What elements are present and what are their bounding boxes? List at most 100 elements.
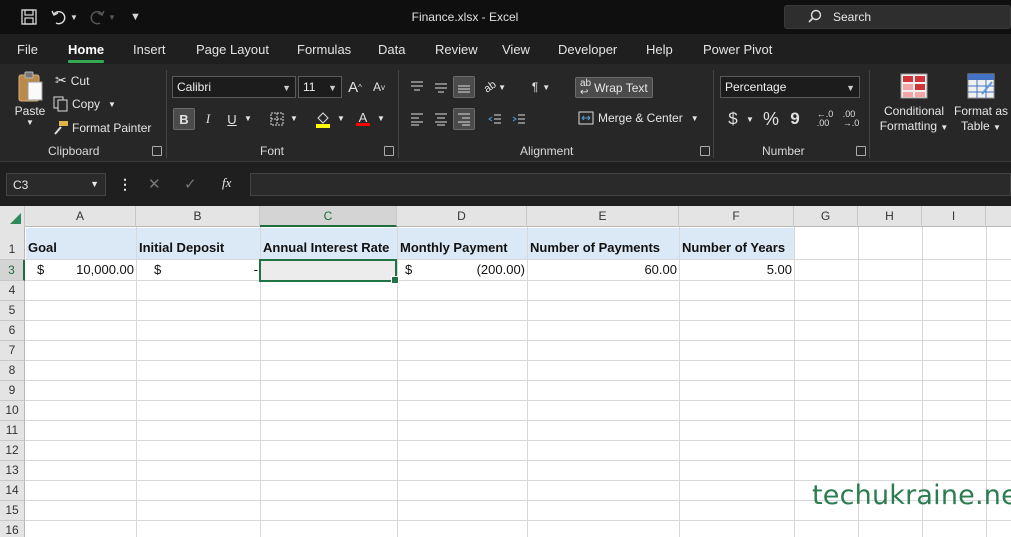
fill-dropdown-icon[interactable]: ▼ (337, 114, 345, 123)
wrap-text-button[interactable]: ab ↩ Wrap Text (575, 77, 653, 98)
copy-button[interactable]: Copy ▼ (53, 96, 116, 112)
cell-c1[interactable]: Annual Interest Rate (261, 228, 397, 259)
tab-developer[interactable]: Developer (558, 42, 617, 57)
currency-button[interactable]: $ (722, 108, 744, 130)
top-align-icon[interactable] (406, 76, 428, 98)
currency-dropdown-icon[interactable]: ▼ (746, 115, 754, 124)
row-header-3[interactable]: 3 (0, 260, 25, 281)
fill-color-icon[interactable] (312, 108, 334, 130)
row-header-13[interactable]: 13 (0, 461, 25, 481)
decrease-font-icon[interactable]: Av (368, 76, 390, 98)
cell-f3[interactable]: 5.00 (680, 260, 794, 280)
column-header-e[interactable]: E (527, 206, 679, 227)
tab-view[interactable]: View (502, 42, 530, 57)
tab-data[interactable]: Data (378, 42, 405, 57)
tab-page-layout[interactable]: Page Layout (196, 42, 269, 57)
tab-formulas[interactable]: Formulas (297, 42, 351, 57)
increase-font-icon[interactable]: A ^ (344, 76, 366, 98)
column-header-f[interactable]: F (679, 206, 794, 227)
search-box[interactable]: Search (784, 5, 1011, 29)
align-right-icon[interactable] (453, 108, 475, 130)
format-painter-label: Format Painter (72, 121, 152, 135)
percent-button[interactable]: % (760, 108, 782, 130)
format-painter-button[interactable]: Format Painter (53, 120, 151, 136)
font-color-icon[interactable]: A (352, 108, 374, 130)
row-header-4[interactable]: 4 (0, 281, 25, 301)
row-header-7[interactable]: 7 (0, 341, 25, 361)
cell-a3[interactable]: $ 10,000.00 (26, 260, 136, 280)
italic-button[interactable]: I (197, 108, 219, 130)
align-center-icon[interactable] (430, 108, 452, 130)
select-all-corner[interactable] (0, 206, 25, 227)
underline-button[interactable]: U (221, 108, 243, 130)
column-header-d[interactable]: D (397, 206, 527, 227)
tab-home[interactable]: Home (68, 42, 105, 63)
row-header-5[interactable]: 5 (0, 301, 25, 321)
orientation-icon[interactable]: ab ▼ (482, 76, 507, 98)
number-format-select[interactable]: Percentage ▼ (720, 76, 860, 98)
paste-button[interactable]: Paste ▼ (12, 70, 48, 127)
cancel-icon[interactable]: ✕ (148, 175, 161, 193)
row-header-12[interactable]: 12 (0, 441, 25, 461)
cut-button[interactable]: ✂ Cut (55, 72, 89, 89)
tab-power-pivot[interactable]: Power Pivot (703, 42, 772, 57)
row-header-1[interactable]: 1 (0, 227, 25, 260)
tab-insert[interactable]: Insert (133, 42, 166, 57)
cell-b1[interactable]: Initial Deposit (137, 228, 260, 259)
name-box[interactable]: C3 ▼ (6, 173, 106, 196)
alignment-launcher-icon[interactable] (700, 146, 710, 156)
bold-button[interactable]: B (173, 108, 195, 130)
comma-button[interactable]: 9 (784, 108, 806, 130)
cell-d1[interactable]: Monthly Payment (398, 228, 527, 259)
increase-indent-icon[interactable] (508, 108, 530, 130)
clipboard-launcher-icon[interactable] (152, 146, 162, 156)
row-header-11[interactable]: 11 (0, 421, 25, 441)
borders-icon[interactable] (266, 108, 288, 130)
cell-c3-selected[interactable] (259, 259, 399, 284)
tab-review[interactable]: Review (435, 42, 478, 57)
font-size-select[interactable]: 11 ▼ (298, 76, 342, 98)
cell-e1[interactable]: Number of Payments (528, 228, 679, 259)
cell-d3[interactable]: $ (200.00) (398, 260, 527, 280)
row-header-6[interactable]: 6 (0, 321, 25, 341)
row-header-15[interactable]: 15 (0, 501, 25, 521)
cell-b3[interactable]: $ - (137, 260, 260, 280)
row-header-16[interactable]: 16 (0, 521, 25, 537)
increase-decimal-button[interactable]: ←.0 .00 (814, 108, 836, 130)
font-launcher-icon[interactable] (384, 146, 394, 156)
number-launcher-icon[interactable] (856, 146, 866, 156)
column-header-g[interactable]: G (794, 206, 858, 227)
borders-dropdown-icon[interactable]: ▼ (290, 114, 298, 123)
bottom-align-icon[interactable] (453, 76, 475, 98)
insert-function-icon[interactable]: fx (222, 175, 231, 191)
more-options-icon[interactable]: ⋮ (118, 176, 132, 193)
text-direction-icon[interactable]: ¶ ▼ (530, 76, 552, 98)
tab-help[interactable]: Help (646, 42, 673, 57)
row-header-10[interactable]: 10 (0, 401, 25, 421)
column-header-h[interactable]: H (858, 206, 922, 227)
row-header-8[interactable]: 8 (0, 361, 25, 381)
column-header-c[interactable]: C (260, 206, 397, 227)
middle-align-icon[interactable] (430, 76, 452, 98)
format-as-table-button[interactable]: Format as Table ▼ (951, 72, 1011, 135)
row-header-9[interactable]: 9 (0, 381, 25, 401)
cell-f1[interactable]: Number of Years (680, 228, 794, 259)
formula-input[interactable] (250, 173, 1011, 196)
enter-icon[interactable]: ✓ (184, 175, 197, 193)
cell-a1[interactable]: Goal (26, 228, 136, 259)
align-left-icon[interactable] (406, 108, 428, 130)
underline-dropdown-icon[interactable]: ▼ (244, 114, 252, 123)
cell-d3-value: (200.00) (476, 262, 525, 277)
column-header-a[interactable]: A (25, 206, 136, 227)
cell-e3[interactable]: 60.00 (528, 260, 679, 280)
conditional-formatting-button[interactable]: Conditional Formatting ▼ (876, 72, 952, 135)
column-header-i[interactable]: I (922, 206, 986, 227)
font-name-select[interactable]: Calibri ▼ (172, 76, 296, 98)
font-color-dropdown-icon[interactable]: ▼ (377, 114, 385, 123)
decrease-decimal-button[interactable]: .00 →.0 (840, 108, 862, 130)
tab-file[interactable]: File (17, 42, 38, 57)
merge-center-button[interactable]: Merge & Center ▼ (578, 111, 699, 125)
row-header-14[interactable]: 14 (0, 481, 25, 501)
column-header-b[interactable]: B (136, 206, 260, 227)
decrease-indent-icon[interactable] (484, 108, 506, 130)
